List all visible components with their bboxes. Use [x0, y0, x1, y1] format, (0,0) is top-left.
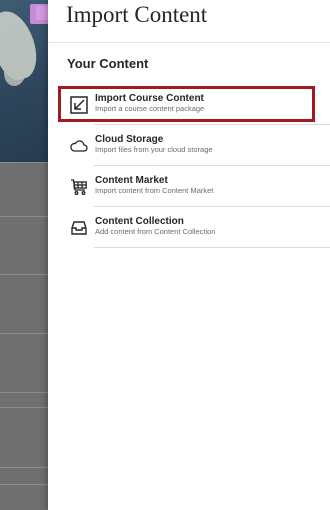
option-subtitle: Import a course content package — [95, 104, 205, 113]
option-title: Content Market — [95, 175, 168, 186]
background-row — [0, 467, 48, 468]
option-title: Content Collection — [95, 216, 184, 227]
cart-icon — [64, 172, 94, 202]
background-page — [0, 0, 48, 510]
background-row — [0, 216, 48, 217]
import-arrow-icon — [64, 90, 94, 120]
option-subtitle: Add content from Content Collection — [95, 227, 216, 236]
background-row — [0, 407, 48, 408]
import-content-panel: Import Content Your Content Import Cours… — [48, 0, 330, 510]
panel-title: Import Content — [66, 2, 208, 27]
background-row — [0, 484, 48, 485]
content-market-option[interactable]: Content Market Import content from Conte… — [64, 166, 330, 207]
background-row — [0, 333, 48, 334]
option-title: Cloud Storage — [95, 134, 164, 145]
background-row — [0, 274, 48, 275]
content-options-list: Import Course Content Import a course co… — [64, 84, 330, 248]
option-subtitle: Import files from your cloud storage — [95, 145, 213, 154]
cloud-icon — [64, 131, 94, 161]
title-divider — [48, 42, 330, 43]
section-heading: Your Content — [67, 56, 149, 71]
content-collection-option[interactable]: Content Collection Add content from Cont… — [64, 207, 330, 248]
option-title: Import Course Content — [95, 93, 204, 104]
background-row — [0, 392, 48, 393]
inbox-icon — [64, 213, 94, 243]
screen: Import Content Your Content Import Cours… — [0, 0, 330, 510]
option-subtitle: Import content from Content Market — [95, 186, 214, 195]
import-course-content-option[interactable]: Import Course Content Import a course co… — [64, 84, 330, 125]
course-banner-image — [0, 0, 48, 162]
cloud-storage-option[interactable]: Cloud Storage Import files from your clo… — [64, 125, 330, 166]
background-row — [0, 162, 48, 163]
